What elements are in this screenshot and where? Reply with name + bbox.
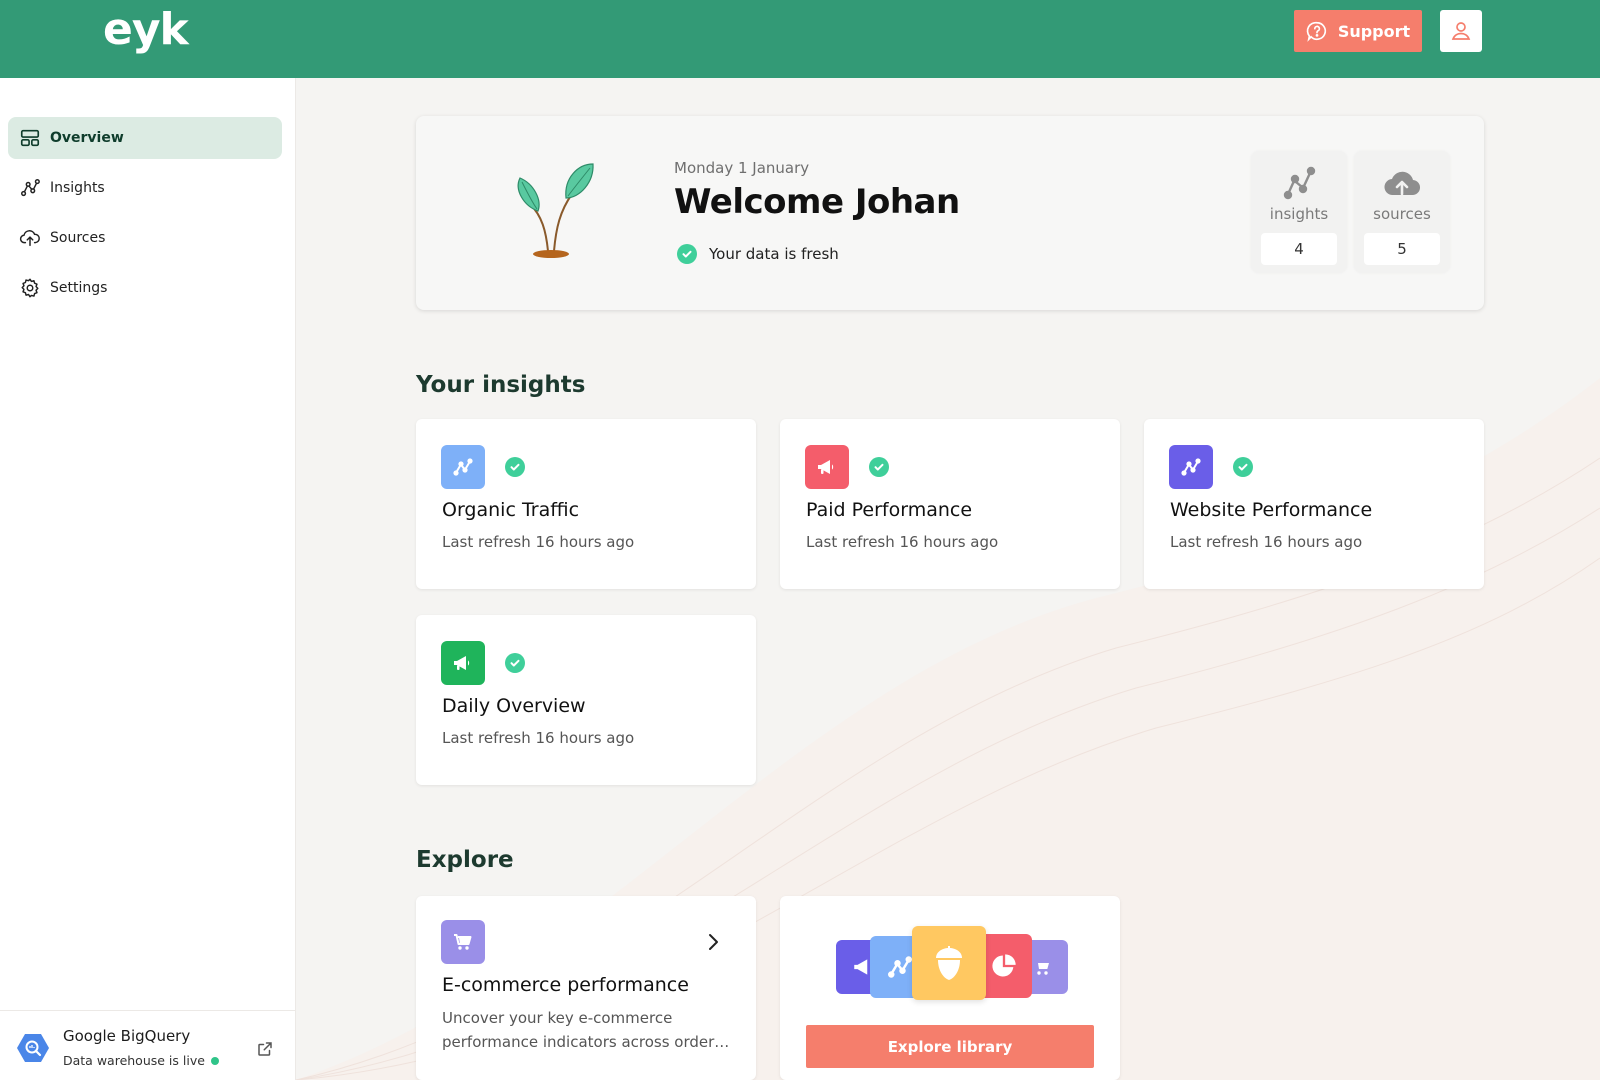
insights-section-title: Your insights (416, 372, 586, 398)
explore-card-ecommerce[interactable]: E-commerce performance Uncover your key … (416, 896, 756, 1080)
stat-label: insights (1269, 205, 1329, 223)
sidebar-item-label: Overview (50, 130, 124, 146)
insight-card-organic-traffic[interactable]: Organic Traffic Last refresh 16 hours ag… (416, 419, 756, 589)
sidebar: Overview Insights Sources Settings Googl… (0, 78, 296, 1080)
explore-library-button[interactable]: Explore library (806, 1025, 1094, 1068)
external-link-icon[interactable] (256, 1040, 274, 1058)
insight-card-daily-overview[interactable]: Daily Overview Last refresh 16 hours ago (416, 615, 756, 785)
check-icon (869, 457, 889, 477)
user-menu-button[interactable] (1440, 10, 1482, 52)
check-icon (677, 244, 697, 264)
explore-card-description: Uncover your key e-commerce performance … (442, 1009, 730, 1051)
welcome-card: Monday 1 January Welcome Johan Your data… (416, 116, 1484, 310)
welcome-date: Monday 1 January (674, 159, 810, 177)
sidebar-item-overview[interactable]: Overview (8, 117, 282, 159)
explore-section-title: Explore (416, 847, 514, 873)
check-icon (1233, 457, 1253, 477)
insight-card-website-performance[interactable]: Website Performance Last refresh 16 hour… (1144, 419, 1484, 589)
sidebar-item-insights[interactable]: Insights (8, 167, 282, 209)
insight-title: Organic Traffic (442, 499, 580, 521)
sidebar-item-settings[interactable]: Settings (8, 267, 282, 309)
check-icon (505, 457, 525, 477)
sidebar-item-label: Settings (50, 280, 108, 296)
user-icon (1451, 22, 1471, 40)
trend-icon (441, 445, 485, 489)
insight-title: Paid Performance (806, 499, 973, 521)
cloud-upload-icon (1384, 171, 1421, 196)
insight-title: Daily Overview (442, 695, 586, 717)
insight-refresh: Last refresh 16 hours ago (1170, 533, 1363, 551)
insight-refresh: Last refresh 16 hours ago (806, 533, 999, 551)
stat-label: sources (1373, 205, 1431, 223)
sources-stat[interactable]: sources 5 (1354, 151, 1450, 273)
insight-refresh: Last refresh 16 hours ago (442, 729, 635, 747)
cloud-upload-icon (19, 230, 40, 247)
sidebar-item-label: Insights (50, 180, 105, 196)
stat-value: 4 (1261, 233, 1337, 265)
insight-refresh: Last refresh 16 hours ago (442, 533, 635, 551)
insight-title: Website Performance (1170, 499, 1373, 521)
bigquery-icon (17, 1034, 49, 1062)
gear-icon (21, 278, 39, 298)
data-fresh-text: Your data is fresh (709, 245, 839, 263)
acorn-icon (912, 926, 986, 1000)
welcome-title: Welcome Johan (674, 182, 960, 222)
library-illustration (836, 926, 1068, 1006)
plant-illustration (517, 163, 594, 258)
chevron-right-icon[interactable] (706, 932, 720, 952)
stat-value: 5 (1364, 233, 1440, 265)
explore-card-title: E-commerce performance (442, 974, 689, 996)
warehouse-status: Data warehouse is live (63, 1053, 219, 1068)
insights-icon (1283, 166, 1316, 200)
data-warehouse-status: Google BigQuery Data warehouse is live (0, 1010, 296, 1080)
trend-icon (1169, 445, 1213, 489)
support-button[interactable]: Support (1294, 10, 1422, 52)
insights-stat[interactable]: insights 4 (1251, 151, 1347, 273)
megaphone-icon (805, 445, 849, 489)
help-circle-icon (1306, 21, 1326, 42)
sidebar-item-label: Sources (50, 230, 106, 246)
layout-icon (20, 129, 40, 147)
cart-icon (441, 920, 485, 964)
library-card: Explore library (780, 896, 1120, 1080)
logo[interactable]: eyk (103, 4, 189, 55)
sidebar-item-sources[interactable]: Sources (8, 217, 282, 259)
megaphone-icon (441, 641, 485, 685)
data-fresh-status: Your data is fresh (677, 244, 839, 264)
live-indicator (210, 1056, 219, 1065)
support-label: Support (1337, 21, 1411, 41)
check-icon (505, 653, 525, 673)
warehouse-name: Google BigQuery (63, 1027, 191, 1045)
insight-card-paid-performance[interactable]: Paid Performance Last refresh 16 hours a… (780, 419, 1120, 589)
top-bar: eyk Support (0, 0, 1600, 78)
insights-icon (21, 179, 40, 197)
warehouse-status-text: Data warehouse is live (63, 1053, 205, 1068)
